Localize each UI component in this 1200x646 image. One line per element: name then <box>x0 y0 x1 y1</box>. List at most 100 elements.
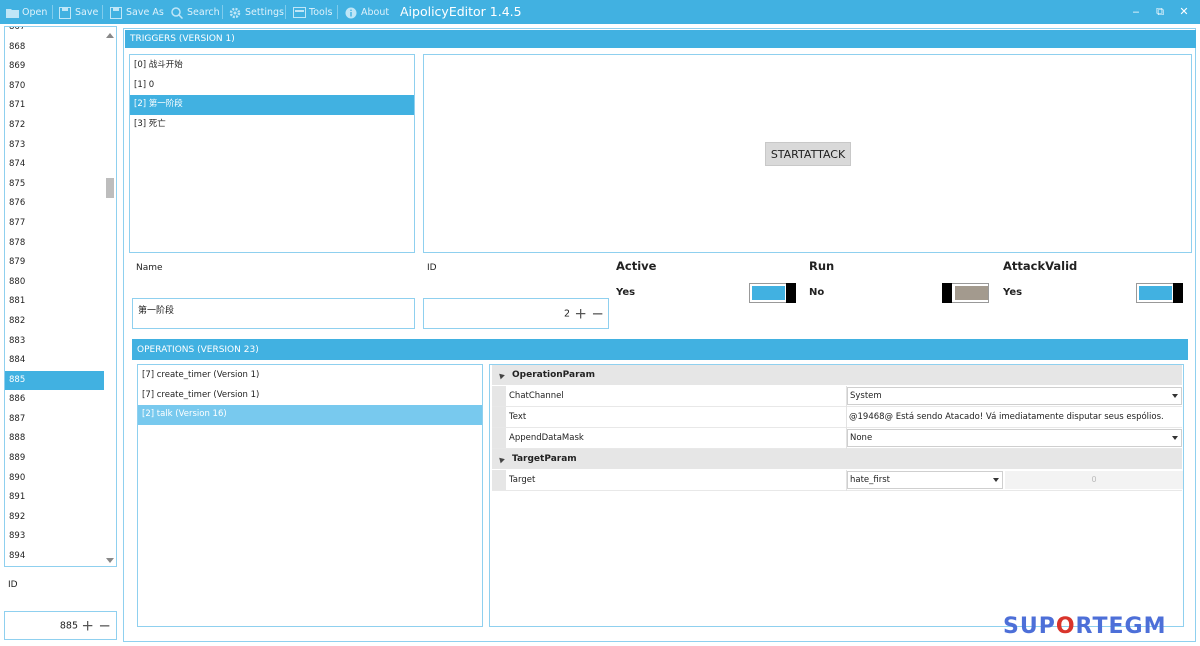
collapse-triangle-icon[interactable] <box>497 455 505 463</box>
save-button[interactable]: Save <box>59 0 98 24</box>
settings-button[interactable]: Settings <box>229 0 284 24</box>
operations-header: OPERATIONS (VERSION 23) <box>132 339 1188 360</box>
list-item[interactable]: 893 <box>5 527 116 547</box>
list-item[interactable]: 889 <box>5 449 116 469</box>
list-item[interactable]: 869 <box>5 57 116 77</box>
trigger-name-input[interactable]: 第一阶段 <box>132 298 415 329</box>
attack-valid-toggle[interactable] <box>1136 283 1183 303</box>
restore-button[interactable]: ⧉ <box>1151 3 1169 21</box>
plus-icon[interactable]: + <box>81 618 94 633</box>
list-item[interactable]: 890 <box>5 469 116 489</box>
title-bar: Open Save Save As Search Settings Tools … <box>0 0 1200 24</box>
attack-valid-toggle-knob[interactable] <box>1173 283 1183 303</box>
run-toggle-knob[interactable] <box>942 283 952 303</box>
scroll-down-arrow-icon[interactable] <box>106 558 114 563</box>
list-item[interactable]: 876 <box>5 194 116 214</box>
target-row: Target hate_first 0 <box>492 470 1183 491</box>
target-label: Target <box>509 475 536 485</box>
minus-icon[interactable]: − <box>98 618 111 633</box>
trigger-id-stepper[interactable]: 2 + − <box>423 298 609 329</box>
trigger-item[interactable]: [2] 第一阶段 <box>130 95 414 115</box>
row-gutter <box>492 470 506 490</box>
start-attack-button[interactable]: STARTATTACK <box>765 142 851 166</box>
operation-item[interactable]: [7] create_timer (Version 1) <box>138 366 482 386</box>
search-button[interactable]: Search <box>171 0 220 24</box>
record-list-rows: 867 868 869 870 871 872 873 874 875 876 877 878 879 8… <box>5 27 116 566</box>
list-item[interactable]: 884 <box>5 351 116 371</box>
toolbar-separator <box>222 5 223 19</box>
toolbar-separator <box>102 5 103 19</box>
run-toggle[interactable] <box>942 283 989 303</box>
trigger-name-label: Name <box>136 263 163 273</box>
list-item[interactable]: 886 <box>5 390 116 410</box>
operation-param-section[interactable]: OperationParam <box>492 365 1182 385</box>
trigger-list[interactable]: [0] 战斗开始 [1] 0 [2] 第一阶段 [3] 死亡 <box>129 54 415 253</box>
list-item[interactable]: 881 <box>5 292 116 312</box>
list-item[interactable]: 883 <box>5 332 116 352</box>
append-data-mask-select[interactable]: None <box>847 429 1182 447</box>
collapse-triangle-icon[interactable] <box>497 371 505 379</box>
close-button[interactable]: ✕ <box>1175 3 1193 21</box>
list-item[interactable]: 875 <box>5 175 116 195</box>
record-id-value[interactable]: 885 <box>60 620 78 631</box>
dropdown-arrow-icon[interactable] <box>1172 394 1178 398</box>
list-item[interactable]: 894 <box>5 547 116 566</box>
target-select[interactable]: hate_first <box>847 471 1003 489</box>
record-list-scrollbar[interactable] <box>104 27 116 566</box>
operation-item[interactable]: [7] create_timer (Version 1) <box>138 386 482 406</box>
save-as-icon <box>110 6 123 19</box>
list-item[interactable]: 872 <box>5 116 116 136</box>
list-item[interactable]: 879 <box>5 253 116 273</box>
record-list[interactable]: 867 868 869 870 871 872 873 874 875 876 877 878 879 8… <box>4 26 117 567</box>
list-item[interactable]: 877 <box>5 214 116 234</box>
list-item[interactable]: 882 <box>5 312 116 332</box>
list-item[interactable]: 887 <box>5 410 116 430</box>
active-title: Active <box>616 259 657 273</box>
dropdown-arrow-icon[interactable] <box>1172 436 1178 440</box>
scroll-up-arrow-icon[interactable] <box>106 33 114 38</box>
list-item[interactable]: 878 <box>5 234 116 254</box>
list-item[interactable]: 888 <box>5 429 116 449</box>
active-toggle[interactable] <box>749 283 796 303</box>
app-title: AipolicyEditor 1.4.5 <box>400 4 522 19</box>
trigger-id-value[interactable]: 2 <box>564 308 570 319</box>
list-item[interactable]: 874 <box>5 155 116 175</box>
attack-valid-title: AttackValid <box>1003 259 1078 273</box>
list-item[interactable]: 891 <box>5 488 116 508</box>
dropdown-arrow-icon[interactable] <box>993 478 999 482</box>
scrollbar-thumb[interactable] <box>106 178 114 198</box>
save-as-button[interactable]: Save As <box>110 0 164 24</box>
operation-list[interactable]: [7] create_timer (Version 1) [7] create_t… <box>137 364 483 627</box>
record-id-stepper[interactable]: 885 + − <box>4 611 117 640</box>
list-item[interactable]: 870 <box>5 77 116 97</box>
row-gutter <box>492 428 506 448</box>
active-toggle-knob[interactable] <box>786 283 796 303</box>
list-item[interactable]: 885 <box>5 370 104 391</box>
trigger-item[interactable]: [1] 0 <box>130 76 414 96</box>
minimize-button[interactable]: ‒ <box>1127 3 1145 21</box>
operation-item[interactable]: [2] talk (Version 16) <box>138 405 482 425</box>
trigger-id-label: ID <box>427 263 437 273</box>
target-param-section[interactable]: TargetParam <box>492 449 1182 469</box>
active-toggle-fill <box>752 286 785 300</box>
list-item[interactable]: 871 <box>5 96 116 116</box>
tools-button[interactable]: Tools <box>293 0 332 24</box>
chat-channel-select[interactable]: System <box>847 387 1182 405</box>
row-gutter <box>492 386 506 406</box>
text-cell: @19468@ Está sendo Atacado! Vá imediatam… <box>846 407 1182 428</box>
list-item[interactable]: 867 <box>5 27 116 38</box>
chat-channel-cell: System <box>846 386 1182 407</box>
list-item[interactable]: 868 <box>5 38 116 58</box>
text-value-input[interactable]: @19468@ Está sendo Atacado! Vá imediatam… <box>849 407 1164 428</box>
active-value: Yes <box>616 287 636 298</box>
minus-icon[interactable]: − <box>591 306 604 321</box>
open-button[interactable]: Open <box>6 0 47 24</box>
run-title: Run <box>809 259 835 273</box>
list-item[interactable]: 873 <box>5 136 116 156</box>
about-button[interactable]: About <box>345 0 389 24</box>
plus-icon[interactable]: + <box>574 306 587 321</box>
list-item[interactable]: 892 <box>5 508 116 528</box>
trigger-item[interactable]: [0] 战斗开始 <box>130 56 414 76</box>
list-item[interactable]: 880 <box>5 273 116 293</box>
trigger-item[interactable]: [3] 死亡 <box>130 115 414 135</box>
